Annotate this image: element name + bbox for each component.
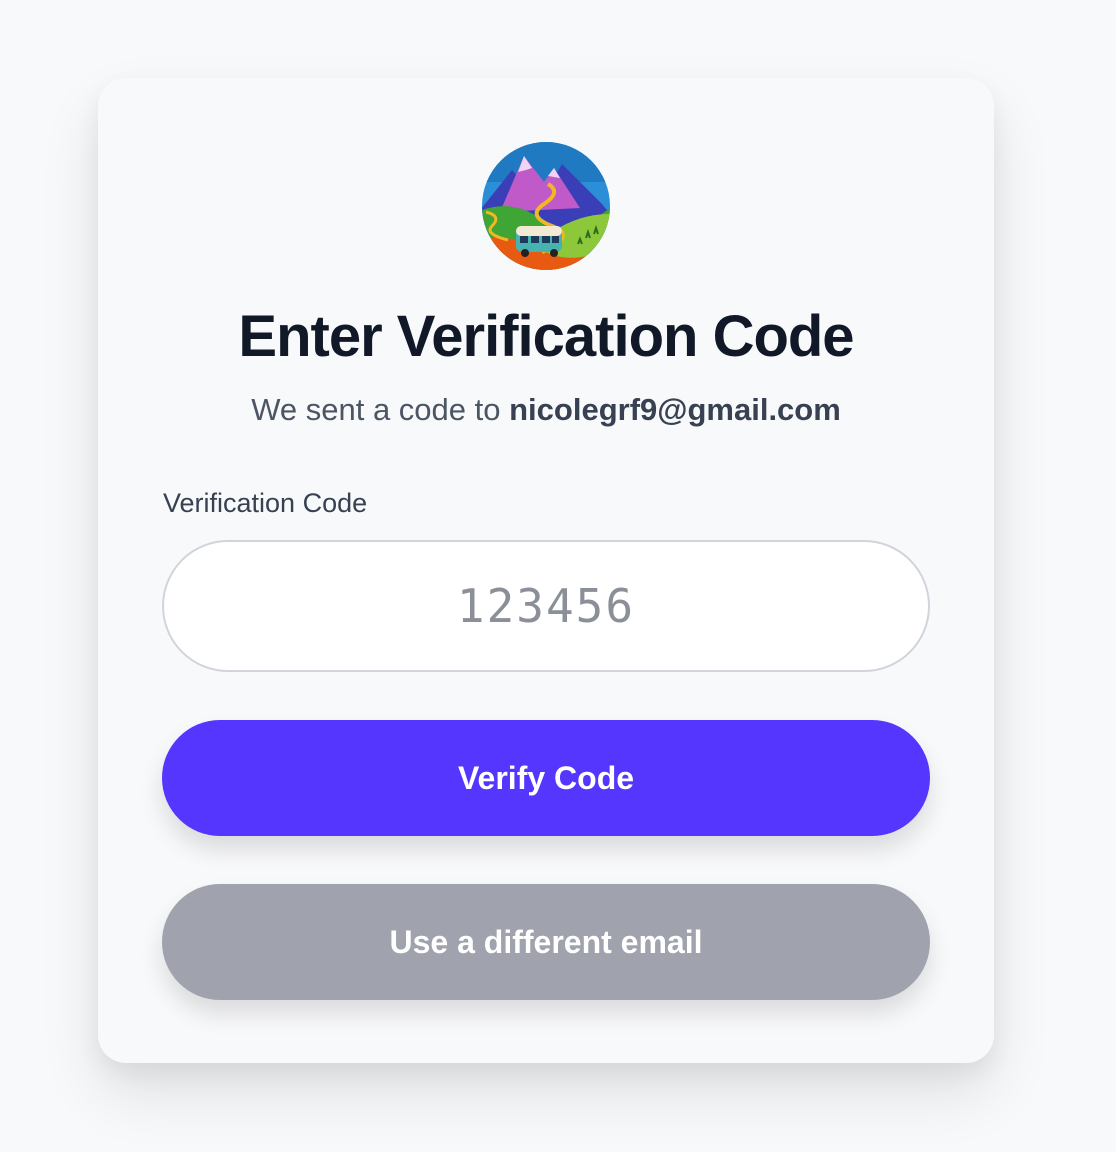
recipient-email: nicolegrf9@gmail.com bbox=[509, 392, 841, 427]
sent-code-prefix: We sent a code to bbox=[251, 392, 510, 427]
verification-code-input[interactable] bbox=[162, 540, 930, 672]
page-title: Enter Verification Code bbox=[238, 304, 854, 369]
sent-code-message: We sent a code to nicolegrf9@gmail.com bbox=[98, 390, 994, 430]
verification-card: Enter Verification Code We sent a code t… bbox=[98, 78, 994, 1063]
verification-code-label: Verification Code bbox=[163, 488, 368, 518]
verify-code-button[interactable]: Verify Code bbox=[162, 720, 930, 836]
use-different-email-button[interactable]: Use a different email bbox=[162, 884, 930, 1000]
mountain-road-van-icon bbox=[482, 142, 610, 270]
app-logo-avatar bbox=[482, 142, 610, 270]
